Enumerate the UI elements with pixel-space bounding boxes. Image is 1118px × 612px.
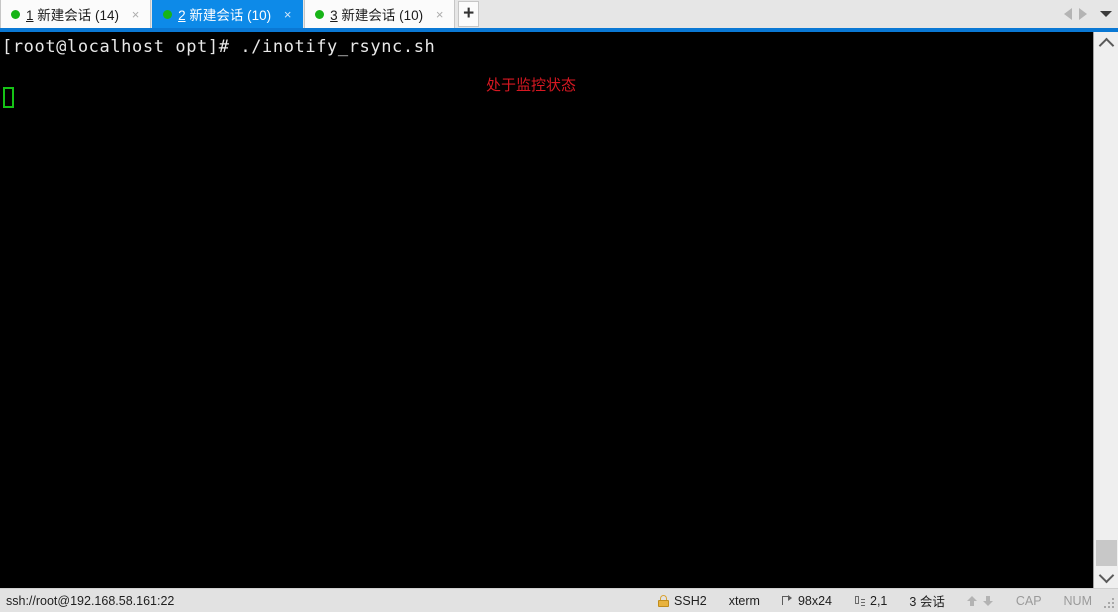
lock-icon [658,594,670,607]
tabs-strip: 1 新建会话 (14) × 2 新建会话 (10) × 3 新建会话 (10) … [0,0,480,28]
emulation-label: xterm [728,593,760,608]
arrow-up-icon [966,595,978,607]
tab-label: 2 新建会话 (10) [178,4,271,24]
tab-title: 新建会话 [189,8,244,23]
status-caps-lock: CAP [1005,589,1053,612]
chevron-down-icon[interactable] [1100,11,1112,17]
chevron-down-icon [1098,567,1114,583]
caps-lock-label: CAP [1015,593,1042,608]
green-dot-icon [163,9,173,19]
terminal-screen[interactable]: [root@localhost opt]# ./inotify_rsync.sh… [0,32,1093,588]
scroll-up-button[interactable] [1094,32,1118,54]
tab-session-3[interactable]: 3 新建会话 (10) × [304,0,456,28]
status-size: 98x24 [771,589,843,612]
new-tab-button[interactable]: + [458,1,480,27]
arrow-down-icon [982,595,994,607]
sessions-label: 3 会话 [909,595,945,609]
status-bar: ssh://root@192.168.58.161:22 SSH2 xterm … [0,588,1118,612]
connection-url: ssh://root@192.168.58.161:22 [6,593,175,608]
scrollbar-thumb[interactable] [1096,540,1117,566]
caret-label: 2,1 [870,593,888,608]
tab-index: 1 [26,8,34,23]
protocol-label: SSH2 [674,593,707,608]
status-caret: 2,1 [843,589,898,612]
size-label: 98x24 [797,593,832,608]
terminal-scrollbar[interactable] [1093,32,1118,588]
close-icon[interactable]: × [128,7,143,22]
status-transfer [956,589,1005,612]
tab-index: 2 [178,8,186,23]
triangle-left-icon[interactable] [1064,8,1072,20]
cursor-position-icon [854,595,865,606]
terminal-line: [root@localhost opt]# ./inotify_rsync.sh [2,37,436,57]
triangle-right-icon[interactable] [1079,8,1087,20]
scroll-down-button[interactable] [1094,566,1118,588]
tab-label: 1 新建会话 (14) [26,4,119,24]
tab-count: (10) [399,8,424,23]
terminal-cursor [3,87,14,108]
num-lock-label: NUM [1063,593,1092,608]
tab-count: (14) [95,8,120,23]
tab-bar: 1 新建会话 (14) × 2 新建会话 (10) × 3 新建会话 (10) … [0,0,1118,28]
chevron-up-icon [1098,37,1114,53]
tab-session-2[interactable]: 2 新建会话 (10) × [152,0,304,28]
annotation-text: 处于监控状态 [486,76,577,94]
status-emulation: xterm [718,589,771,612]
green-dot-icon [11,9,20,19]
close-icon[interactable]: × [432,7,447,22]
tab-title: 新建会话 [37,8,92,23]
resize-grip-icon[interactable] [1103,597,1116,610]
status-num-lock: NUM [1053,589,1103,612]
tab-nav-controls [1064,0,1114,28]
green-dot-icon [315,9,325,19]
status-bar-right: SSH2 xterm 98x24 2,1 3 会话 CAP NUM [647,589,1118,612]
terminal-size-icon [781,595,793,606]
status-protocol: SSH2 [647,589,718,612]
tab-title: 新建会话 [341,8,396,23]
tab-count: (10) [247,8,272,23]
tab-index: 3 [330,8,338,23]
securecrt-window: 1 新建会话 (14) × 2 新建会话 (10) × 3 新建会话 (10) … [0,0,1118,612]
tab-label: 3 新建会话 (10) [330,4,423,24]
status-sessions: 3 会话 [898,589,955,612]
tab-session-1[interactable]: 1 新建会话 (14) × [0,0,152,28]
close-icon[interactable]: × [280,7,295,22]
